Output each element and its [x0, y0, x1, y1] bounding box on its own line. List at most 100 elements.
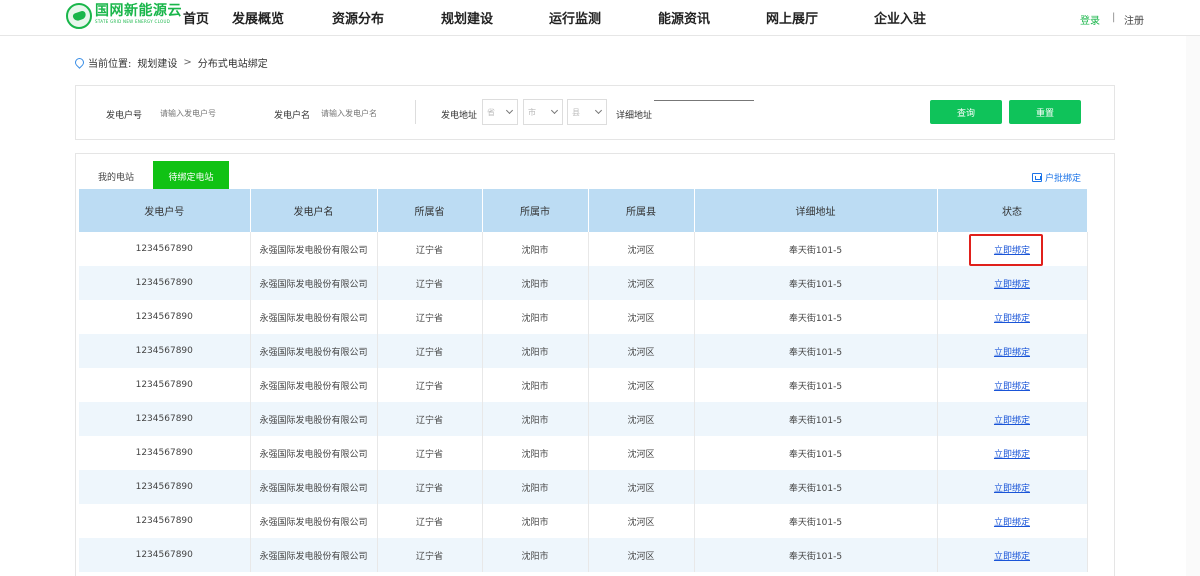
logo-leaf-icon — [66, 3, 92, 29]
cell-city: 沈阳市 — [482, 470, 589, 504]
nav-news[interactable]: 能源资讯 — [658, 8, 710, 27]
query-button[interactable]: 查询 — [930, 100, 1002, 124]
cell-address: 奉天街101-5 — [694, 266, 938, 300]
nav-overview[interactable]: 发展概览 — [232, 8, 284, 27]
site-logo[interactable]: 国网新能源云 STATE GRID NEW ENERGY CLOUD — [66, 3, 182, 33]
cell-account-name: 永强国际发电股份有限公司 — [250, 436, 378, 470]
cell-city: 沈阳市 — [482, 368, 589, 402]
logo-subtitle: STATE GRID NEW ENERGY CLOUD — [95, 19, 171, 24]
cell-address: 奉天街101-5 — [694, 368, 938, 402]
cell-province: 辽宁省 — [377, 470, 483, 504]
cell-province: 辽宁省 — [377, 334, 483, 368]
table-row: 1234567890 永强国际发电股份有限公司 辽宁省 沈阳市 沈河区 奉天街101-5 立… — [79, 266, 1088, 300]
table-row: 1234567890 永强国际发电股份有限公司 辽宁省 沈阳市 沈河区 奉天街101-5 立… — [79, 436, 1088, 470]
breadcrumb-separator: > — [183, 57, 192, 68]
cell-status: 立即绑定 — [937, 334, 1088, 368]
header-account-no: 发电户号 — [79, 189, 251, 232]
bind-now-link[interactable]: 立即绑定 — [994, 552, 1030, 562]
cell-province: 辽宁省 — [377, 402, 483, 436]
district-select[interactable]: 县 — [567, 99, 607, 125]
chevron-down-icon — [505, 106, 514, 115]
table-row: 1234567890 永强国际发电股份有限公司 辽宁省 沈阳市 沈河区 奉天街101-5 立… — [79, 368, 1088, 402]
breadcrumb-prefix: 当前位置: — [88, 59, 132, 70]
cell-address: 奉天街101-5 — [694, 504, 938, 538]
bind-now-link[interactable]: 立即绑定 — [994, 280, 1030, 290]
cell-account-no: 1234567890 — [79, 538, 251, 572]
account-name-input[interactable] — [321, 105, 411, 121]
cell-city: 沈阳市 — [482, 266, 589, 300]
batch-bind-link[interactable]: 户批绑定 — [1032, 171, 1081, 184]
detail-address-input[interactable] — [654, 100, 754, 101]
cell-district: 沈河区 — [588, 232, 695, 266]
cell-status: 立即绑定 — [937, 266, 1088, 300]
breadcrumb-parent[interactable]: 规划建设 — [137, 55, 177, 70]
table-row: 1234567890 永强国际发电股份有限公司 辽宁省 沈阳市 沈河区 奉天街101-5 立… — [79, 232, 1088, 266]
filter-panel: 发电户号 发电户名 发电地址 省 市 县 详细地址 查询 重置 — [75, 85, 1115, 140]
cell-account-no: 1234567890 — [79, 300, 251, 334]
cell-account-name: 永强国际发电股份有限公司 — [250, 232, 378, 266]
cell-address: 奉天街101-5 — [694, 470, 938, 504]
table-row: 1234567890 永强国际发电股份有限公司 辽宁省 沈阳市 沈河区 奉天街101-5 立… — [79, 300, 1088, 334]
logo-title: 国网新能源云 — [95, 3, 182, 19]
cell-city: 沈阳市 — [482, 334, 589, 368]
cell-account-no: 1234567890 — [79, 368, 251, 402]
bind-now-link[interactable]: 立即绑定 — [994, 450, 1030, 460]
tab-pending-binding[interactable]: 待绑定电站 — [153, 161, 229, 189]
cell-address: 奉天街101-5 — [694, 402, 938, 436]
city-value: 市 — [528, 108, 536, 117]
header-district: 所属县 — [588, 189, 695, 232]
address-label: 发电地址 — [441, 111, 478, 121]
account-no-input[interactable] — [160, 105, 250, 121]
cell-status: 立即绑定 — [937, 232, 1088, 266]
cell-address: 奉天街101-5 — [694, 436, 938, 470]
cell-district: 沈河区 — [588, 538, 695, 572]
cell-province: 辽宁省 — [377, 232, 483, 266]
cell-district: 沈河区 — [588, 300, 695, 334]
register-link[interactable]: 注册 — [1124, 12, 1144, 27]
cell-account-name: 永强国际发电股份有限公司 — [250, 402, 378, 436]
login-link[interactable]: 登录 — [1080, 12, 1100, 27]
page-edge-strip — [1186, 36, 1200, 576]
bind-now-link[interactable]: 立即绑定 — [994, 382, 1030, 392]
nav-exhibition[interactable]: 网上展厅 — [766, 8, 818, 27]
table-row: 1234567890 永强国际发电股份有限公司 辽宁省 沈阳市 沈河区 奉天街101-5 立… — [79, 402, 1088, 436]
cell-province: 辽宁省 — [377, 436, 483, 470]
cell-province: 辽宁省 — [377, 504, 483, 538]
nav-monitoring[interactable]: 运行监测 — [549, 8, 601, 27]
header-city: 所属市 — [482, 189, 589, 232]
cell-city: 沈阳市 — [482, 504, 589, 538]
cell-account-no: 1234567890 — [79, 232, 251, 266]
bind-now-link[interactable]: 立即绑定 — [994, 348, 1030, 358]
bind-now-link[interactable]: 立即绑定 — [994, 484, 1030, 494]
nav-resources[interactable]: 资源分布 — [332, 8, 384, 27]
city-select[interactable]: 市 — [523, 99, 563, 125]
nav-enterprise[interactable]: 企业入驻 — [874, 8, 926, 27]
reset-button[interactable]: 重置 — [1009, 100, 1081, 124]
bind-now-link[interactable]: 立即绑定 — [994, 314, 1030, 324]
cell-district: 沈河区 — [588, 402, 695, 436]
district-value: 县 — [572, 108, 580, 117]
cell-account-name: 永强国际发电股份有限公司 — [250, 334, 378, 368]
bind-now-link[interactable]: 立即绑定 — [994, 416, 1030, 426]
tab-my-stations[interactable]: 我的电站 — [86, 161, 146, 189]
bind-now-link[interactable]: 立即绑定 — [994, 518, 1030, 528]
cell-account-name: 永强国际发电股份有限公司 — [250, 504, 378, 538]
cell-account-name: 永强国际发电股份有限公司 — [250, 266, 378, 300]
cell-address: 奉天街101-5 — [694, 300, 938, 334]
province-select[interactable]: 省 — [482, 99, 518, 125]
breadcrumb: 当前位置: 规划建设 > 分布式电站绑定 — [73, 55, 268, 70]
cell-district: 沈河区 — [588, 470, 695, 504]
province-value: 省 — [487, 108, 495, 117]
cell-status: 立即绑定 — [937, 402, 1088, 436]
cell-province: 辽宁省 — [377, 300, 483, 334]
cell-province: 辽宁省 — [377, 538, 483, 572]
cell-status: 立即绑定 — [937, 300, 1088, 334]
cell-status: 立即绑定 — [937, 504, 1088, 538]
bind-icon — [1032, 173, 1042, 182]
cell-account-no: 1234567890 — [79, 266, 251, 300]
nav-planning[interactable]: 规划建设 — [441, 8, 493, 27]
nav-home[interactable]: 首页 — [183, 8, 209, 27]
cell-city: 沈阳市 — [482, 402, 589, 436]
header-status: 状态 — [937, 189, 1088, 232]
bind-now-link[interactable]: 立即绑定 — [994, 246, 1030, 256]
